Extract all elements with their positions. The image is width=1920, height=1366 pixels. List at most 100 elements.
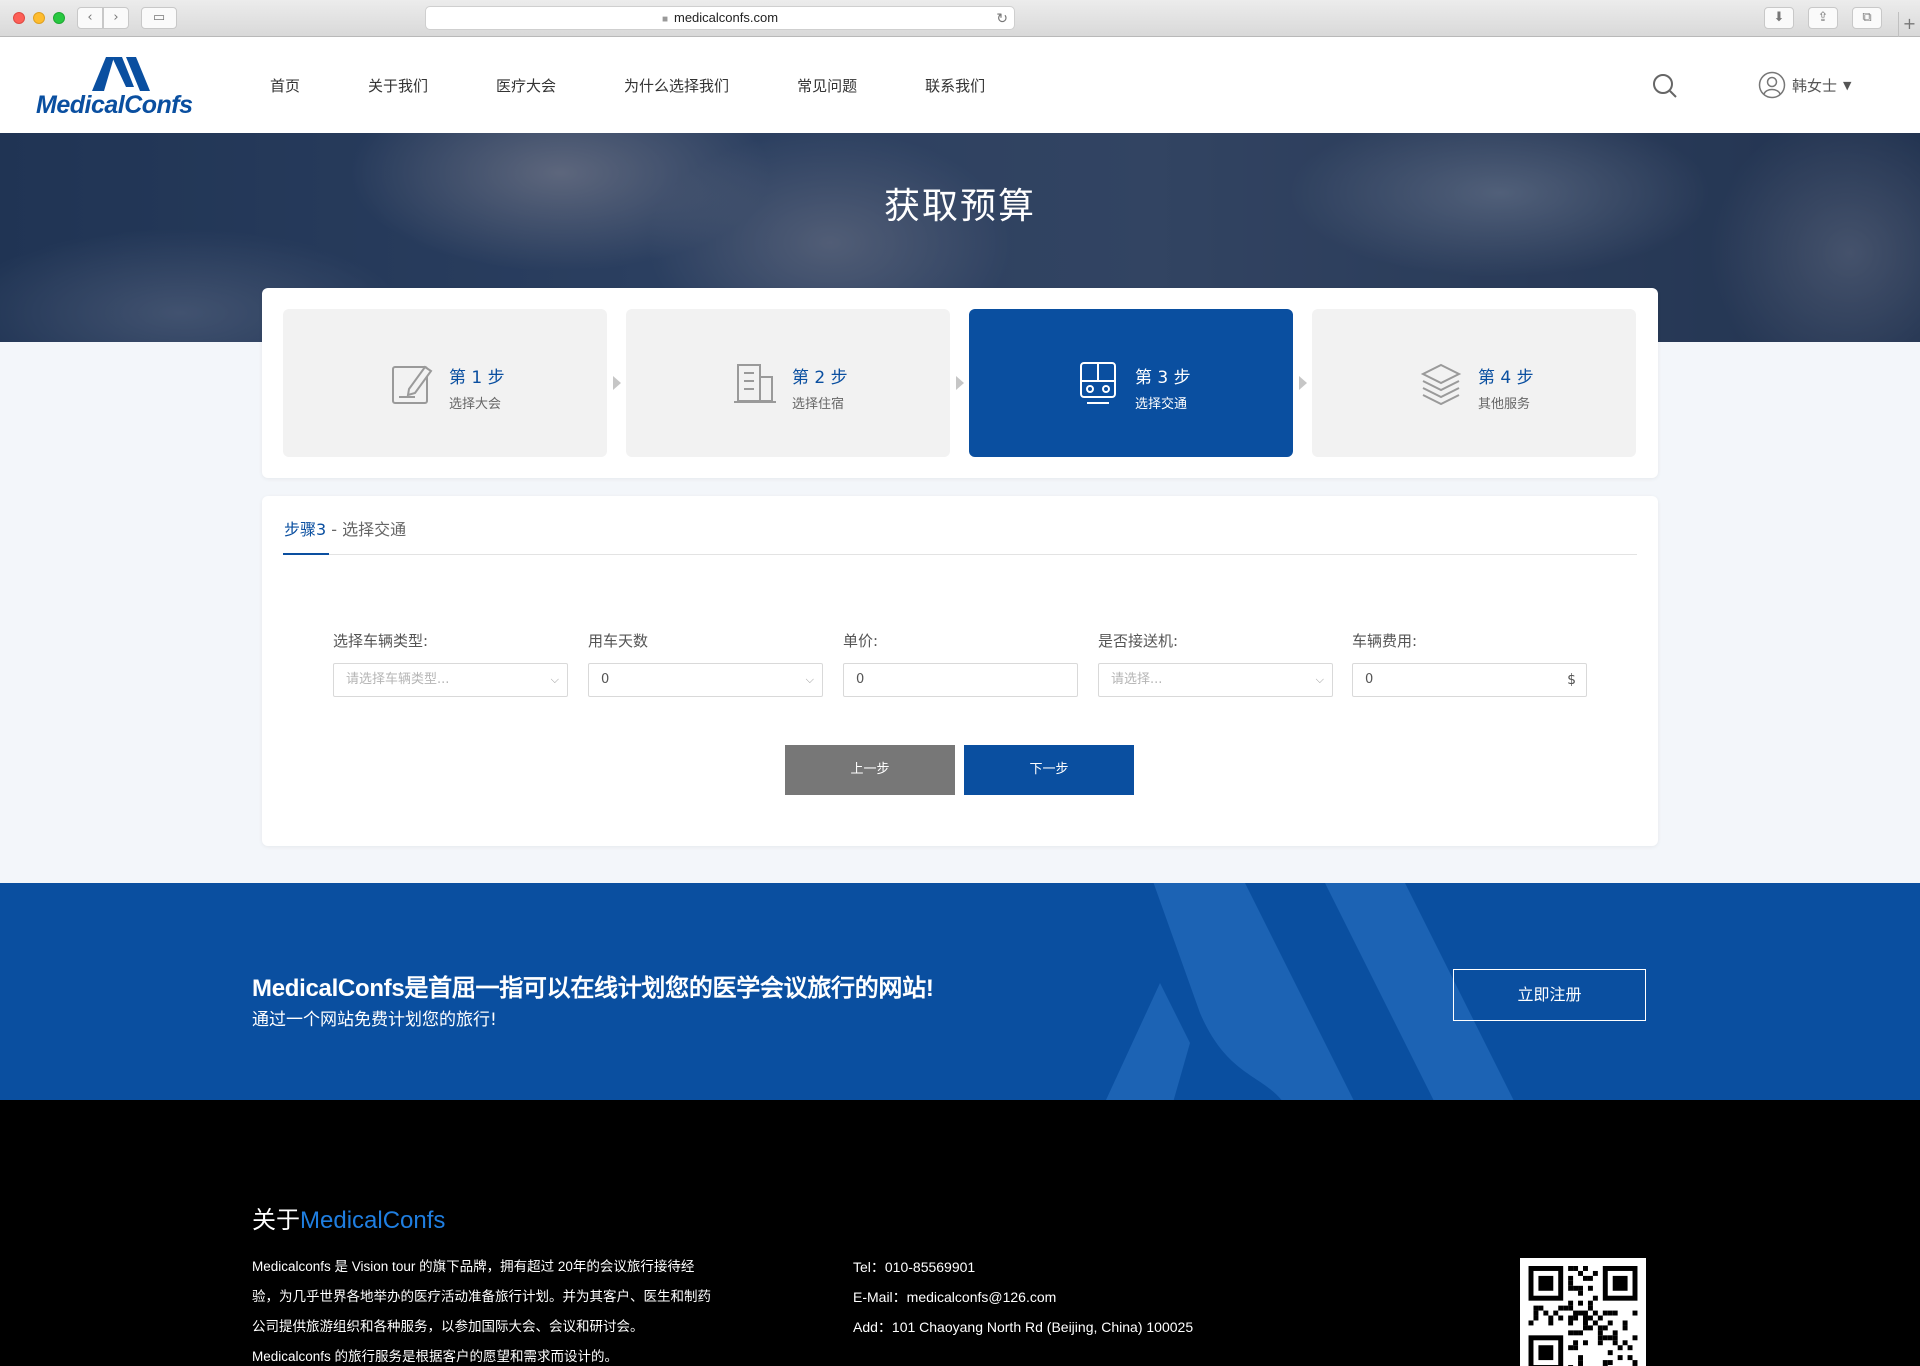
footer-title: 关于MedicalConfs <box>252 1200 445 1235</box>
user-menu[interactable]: 韩女士 ▼ <box>1758 71 1851 99</box>
logo-mark-icon <box>92 57 150 91</box>
caret-down-icon: ▼ <box>1843 78 1852 92</box>
rental-days-field: 用车天数 0 ⌵ <box>588 630 823 697</box>
signup-banner: MedicalConfs是首屈一指可以在线计划您的医学会议旅行的网站! 通过一个… <box>0 883 1920 1100</box>
nav-about[interactable]: 关于我们 <box>368 75 428 96</box>
zoom-window-button[interactable] <box>53 12 65 24</box>
close-window-button[interactable] <box>13 12 25 24</box>
nav-contact[interactable]: 联系我们 <box>925 75 985 96</box>
form-tab-title[interactable]: 步骤3 - 选择交通 <box>284 516 406 540</box>
step-4[interactable]: 第 4 步 其他服务 <box>1312 309 1636 457</box>
tab-step-prefix: 步骤3 <box>284 520 327 539</box>
step-number: 第 4 步 <box>1478 368 1534 388</box>
downloads-icon[interactable]: ⬇ <box>1764 7 1794 29</box>
step-arrow-icon <box>956 376 964 390</box>
nav-conferences[interactable]: 医疗大会 <box>496 75 556 96</box>
step-1[interactable]: 第 1 步 选择大会 <box>283 309 607 457</box>
select-placeholder: 请选择... <box>1111 672 1163 687</box>
nav-why-us[interactable]: 为什么选择我们 <box>624 75 729 96</box>
vehicle-type-select[interactable]: 请选择车辆类型... ⌵ <box>333 663 568 697</box>
rental-days-select[interactable]: 0 ⌵ <box>588 663 823 697</box>
footer-title-brand: MedicalConfs <box>300 1207 446 1234</box>
lock-icon: ■ <box>661 14 668 25</box>
site-header: MedicalConfs 首页 关于我们 医疗大会 为什么选择我们 常见问题 联… <box>0 37 1920 133</box>
vehicle-cost-input[interactable]: 0 $ <box>1352 663 1587 697</box>
new-tab-button[interactable]: + <box>1898 12 1920 37</box>
main-nav: 首页 关于我们 医疗大会 为什么选择我们 常见问题 联系我们 <box>270 37 1053 133</box>
url-text: medicalconfs.com <box>674 10 779 25</box>
step-label: 选择住宿 <box>792 397 845 412</box>
step-arrow-icon <box>613 376 621 390</box>
chevron-down-icon: ⌵ <box>805 673 814 686</box>
step-number: 第 1 步 <box>449 368 505 388</box>
footer-email[interactable]: E-Mail：medicalconfs@126.com <box>853 1282 1193 1312</box>
nav-faq[interactable]: 常见问题 <box>797 75 857 96</box>
input-value: 0 <box>856 672 865 687</box>
field-label: 选择车辆类型: <box>333 632 429 650</box>
footer-tel: Tel：010-85569901 <box>853 1259 976 1275</box>
tabs-overview-icon[interactable]: ⧉ <box>1852 7 1882 29</box>
currency-unit: $ <box>1567 672 1576 688</box>
search-icon[interactable] <box>1652 73 1678 99</box>
site-footer: 关于MedicalConfs Medicalconfs 是 Vision tou… <box>0 1100 1920 1366</box>
step-3[interactable]: 第 3 步 选择交通 <box>969 309 1293 457</box>
vehicle-type-field: 选择车辆类型: 请选择车辆类型... ⌵ <box>333 630 568 697</box>
vehicle-cost-field: 车辆费用: 0 $ <box>1352 630 1587 697</box>
airport-transfer-select[interactable]: 请选择... ⌵ <box>1098 663 1333 697</box>
field-label: 车辆费用: <box>1352 632 1418 650</box>
tab-active-indicator <box>283 553 329 555</box>
step-label: 选择交通 <box>1135 397 1188 412</box>
about-line: Medicalconfs 的旅行服务是根据客户的愿望和需求而设计的。 <box>252 1349 619 1364</box>
tab-step-suffix: - 选择交通 <box>326 520 407 539</box>
step-2[interactable]: 第 2 步 选择住宿 <box>626 309 950 457</box>
field-label: 用车天数 <box>588 632 649 650</box>
chevron-down-icon: ⌵ <box>1315 673 1324 686</box>
step-number: 第 2 步 <box>792 368 848 388</box>
minimize-window-button[interactable] <box>33 12 45 24</box>
transport-form-card: 步骤3 - 选择交通 选择车辆类型: 请选择车辆类型... ⌵ 用车天数 0 ⌵… <box>262 496 1658 846</box>
about-line: 验，为几乎世界各地举办的医疗活动准备旅行计划。并为其客户、医生和制药 <box>252 1289 711 1304</box>
building-icon <box>734 364 776 403</box>
qr-code-image <box>1520 1258 1646 1366</box>
nav-home[interactable]: 首页 <box>270 75 300 96</box>
step-label: 其他服务 <box>1478 397 1531 412</box>
register-button[interactable]: 立即注册 <box>1453 969 1646 1021</box>
previous-step-button[interactable]: 上一步 <box>785 745 955 795</box>
step-number: 第 3 步 <box>1135 368 1191 388</box>
field-label: 是否接送机: <box>1098 632 1179 650</box>
footer-about-text: Medicalconfs 是 Vision tour 的旗下品牌，拥有超过 20… <box>252 1252 752 1366</box>
sidebar-toggle-icon[interactable]: ▭ <box>141 7 177 29</box>
train-icon <box>1080 362 1116 404</box>
banner-subline: 通过一个网站免费计划您的旅行! <box>252 1010 497 1030</box>
airport-transfer-field: 是否接送机: 请选择... ⌵ <box>1098 630 1333 697</box>
field-label: 单价: <box>843 632 879 650</box>
select-placeholder: 请选择车辆类型... <box>346 672 450 687</box>
next-step-button[interactable]: 下一步 <box>964 745 1134 795</box>
forward-button[interactable]: › <box>103 7 129 29</box>
about-line: Medicalconfs 是 Vision tour 的旗下品牌，拥有超过 20… <box>252 1259 695 1274</box>
about-line: 公司提供旅游组织和各种服务，以参加国际大会、会议和研讨会。 <box>252 1319 644 1334</box>
layers-icon <box>1420 363 1462 405</box>
unit-price-input[interactable]: 0 <box>843 663 1078 697</box>
address-bar[interactable]: ■ medicalconfs.com ↻ <box>425 6 1015 30</box>
user-name: 韩女士 <box>1792 76 1838 95</box>
steps-card: 第 1 步 选择大会 第 2 步 选择住宿 第 3 步 选择交通 第 4 步 其… <box>262 288 1658 478</box>
site-logo[interactable]: MedicalConfs <box>36 53 212 119</box>
browser-chrome: ‹ › ▭ ■ medicalconfs.com ↻ ⬇ ⇪ ⧉ + <box>0 0 1920 37</box>
step-arrow-icon <box>1299 376 1307 390</box>
footer-contact: Tel：010-85569901 E-Mail：medicalconfs@126… <box>853 1252 1193 1342</box>
footer-title-prefix: 关于 <box>252 1206 300 1234</box>
input-value: 0 <box>1365 672 1374 687</box>
qr-code-icon <box>1528 1266 1638 1366</box>
chevron-down-icon: ⌵ <box>550 673 559 686</box>
page-title: 获取预算 <box>883 186 1036 227</box>
unit-price-field: 单价: 0 <box>843 630 1078 697</box>
back-button[interactable]: ‹ <box>77 7 103 29</box>
select-value: 0 <box>601 672 610 687</box>
footer-address: Add：101 Chaoyang North Rd (Beijing, Chin… <box>853 1319 1194 1335</box>
banner-headline: MedicalConfs是首屈一指可以在线计划您的医学会议旅行的网站! <box>252 975 934 1002</box>
reload-icon[interactable]: ↻ <box>996 7 1008 29</box>
logo-text: MedicalConfs <box>36 91 193 119</box>
user-avatar-icon <box>1758 71 1786 99</box>
share-icon[interactable]: ⇪ <box>1808 7 1838 29</box>
